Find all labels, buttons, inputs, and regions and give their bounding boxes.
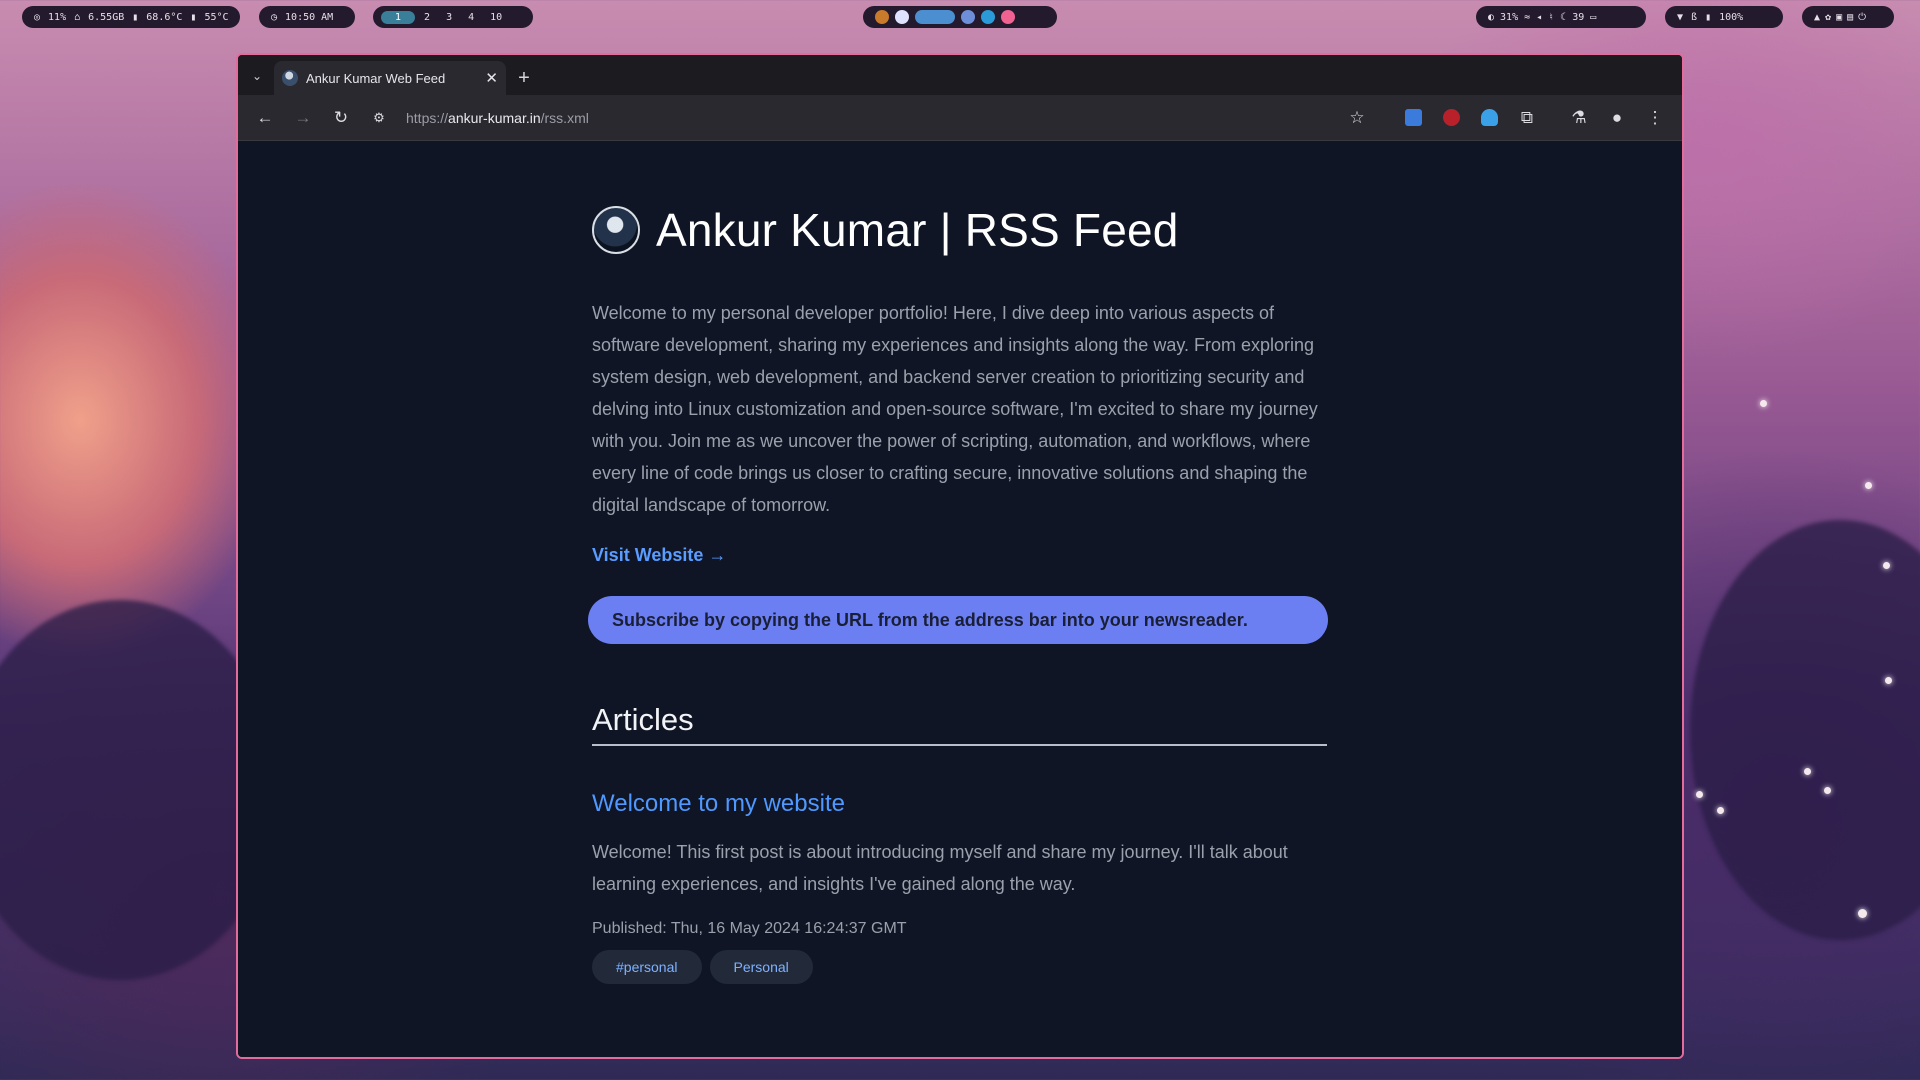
clock-widget[interactable]: ◷ 10:50 AM [259,6,355,28]
article-item: Welcome to my website Welcome! This firs… [592,746,1327,984]
battery-level: 100% [1719,11,1744,23]
tab-strip: ⌄ Ankur Kumar Web Feed ✕ + [238,55,1682,95]
tab-ankur-kumar-web-feed[interactable]: Ankur Kumar Web Feed ✕ [274,61,506,95]
wallpaper-sparkle [1696,791,1703,798]
chrome-app-icon[interactable] [915,10,955,24]
thermometer-icon: ▮ [190,11,197,23]
extensions-puzzle-icon[interactable]: ⧉ [1510,101,1544,135]
notification-count: 39 [1572,11,1585,23]
page-viewport: Ankur Kumar | RSS Feed Welcome to my per… [238,141,1682,1057]
workspace-switcher: 1 2 3 4 10 [373,6,533,28]
brightness-level: 31% [1500,11,1519,23]
cpu-icon: ◎ [34,11,41,23]
vscode-app-icon[interactable] [981,10,995,24]
workspace-2[interactable]: 2 [417,11,437,24]
taskbar-apps [863,6,1057,28]
page-title: Ankur Kumar | RSS Feed [656,204,1179,256]
cpu-temperature: 68.6°C [146,11,183,23]
memory-usage: 6.55GB [88,11,125,23]
volume-mute-icon: ◂ [1536,11,1543,23]
wallpaper-sparkle [1804,768,1811,775]
clock-time: 10:50 AM [285,11,334,23]
browser-window: ⌄ Ankur Kumar Web Feed ✕ + ← → ↻ ⚙ https… [236,53,1684,1059]
site-settings-icon[interactable]: ⚙ [362,101,396,135]
intro-paragraph: Welcome to my personal developer portfol… [592,303,1318,515]
article-title-link[interactable]: Welcome to my website [592,790,845,818]
battery-icon: ▮ [1705,11,1712,23]
rss-content: Ankur Kumar | RSS Feed Welcome to my per… [588,203,1328,984]
page-header: Ankur Kumar | RSS Feed [592,203,1327,257]
articles-heading: Articles [592,702,1327,746]
system-tray[interactable]: ◐ 31% ≈ ◂ ♮ ☾ 39 ▭ [1476,6,1646,28]
tab-search-button[interactable]: ⌄ [244,61,270,91]
wallpaper-sparkle [1824,787,1831,794]
new-tab-button[interactable]: + [506,61,542,95]
system-top-bar: ◎ 11% ⌂ 6.55GB ▮ 68.6°C ▮ 55°C ◷ 10:50 AM 1 2… [0,6,1920,28]
cpu-usage: 11% [48,11,67,23]
lock-icon[interactable]: ▲ [1814,12,1820,23]
system-stats-widget[interactable]: ◎ 11% ⌂ 6.55GB ▮ 68.6°C ▮ 55°C [22,6,240,28]
wallpaper-sparkle [1865,482,1872,489]
workspace-10[interactable]: 10 [483,11,509,24]
avatar-favicon-icon [282,70,298,86]
connectivity-widget[interactable]: ▼ ß ▮ 100% [1665,6,1783,28]
tab-title: Ankur Kumar Web Feed [306,70,446,86]
memory-icon: ⌂ [74,11,81,23]
wallpaper-sparkle [1883,562,1890,569]
notification-icon: ☾ [1560,11,1567,23]
article-description: Welcome! This first post is about introd… [592,842,1288,894]
cloud-extension-icon[interactable] [1472,101,1506,135]
workspace-3[interactable]: 3 [439,11,459,24]
thermometer-icon: ▮ [132,11,139,23]
wifi-icon: ≈ [1524,11,1531,23]
workspace-1[interactable]: 1 [381,10,416,24]
wifi-signal-icon: ▼ [1677,11,1684,23]
power-widget: ▲ ✿ ▣ ▤ ⏻ [1802,6,1894,28]
reload-icon[interactable]: ↻ [324,101,358,135]
close-icon[interactable]: ✕ [485,69,498,87]
url-host: ankur-kumar.in [448,109,541,126]
profile-icon[interactable]: ● [1600,101,1634,135]
bitwarden-extension-icon[interactable] [1396,101,1430,135]
tag-chip[interactable]: Personal [709,950,813,984]
bookmark-star-icon[interactable]: ☆ [1340,101,1374,135]
clock-icon: ◷ [271,11,278,23]
ublock-extension-icon[interactable] [1434,101,1468,135]
browser-toolbar: ← → ↻ ⚙ https://ankur-kumar.in/rss.xml ☆… [238,95,1682,141]
browser-app-icon[interactable] [895,10,909,24]
url-path: /rss.xml [540,109,589,126]
avatar [592,206,640,254]
wallpaper-sparkle [1760,400,1767,407]
address-bar[interactable]: https://ankur-kumar.in/rss.xml [400,110,1336,126]
bluetooth-icon: ß [1691,11,1698,23]
terminal-app-icon[interactable] [875,10,889,24]
workspace-4[interactable]: 4 [461,11,481,24]
forward-arrow-icon[interactable]: → [286,101,320,135]
subscribe-text: Subscribe by copying the URL from the ad… [612,609,1248,630]
labs-flask-icon[interactable]: ⚗ [1562,101,1596,135]
chromium-app-icon[interactable] [961,10,975,24]
wallpaper-foliage-right [1690,520,1920,940]
visit-website-link[interactable]: Visit Website → [592,545,726,566]
article-published-date: Published: Thu, 16 May 2024 16:24:37 GMT [592,920,907,937]
gpu-temperature: 55°C [204,11,229,23]
wallpaper-sparkle [1858,909,1867,918]
music-app-icon[interactable] [1001,10,1015,24]
tag-chip[interactable]: #personal [592,950,702,984]
wallpaper-sparkle [1885,677,1892,684]
palette-icon[interactable]: ✿ [1825,12,1831,23]
wallpaper-sparkle [1717,807,1724,814]
clipboard-icon[interactable]: ▤ [1847,12,1853,23]
url-scheme: https:// [406,109,449,126]
keyboard-icon: ▭ [1590,11,1597,23]
back-arrow-icon[interactable]: ← [248,101,282,135]
screenshot-icon[interactable]: ▣ [1836,12,1842,23]
brightness-icon: ◐ [1488,11,1495,23]
subscribe-banner: Subscribe by copying the URL from the ad… [588,596,1328,644]
menu-kebab-icon[interactable]: ⋮ [1638,101,1672,135]
mic-mute-icon: ♮ [1548,11,1555,23]
article-tags: #personal Personal [592,950,1327,984]
power-icon[interactable]: ⏻ [1858,12,1866,23]
